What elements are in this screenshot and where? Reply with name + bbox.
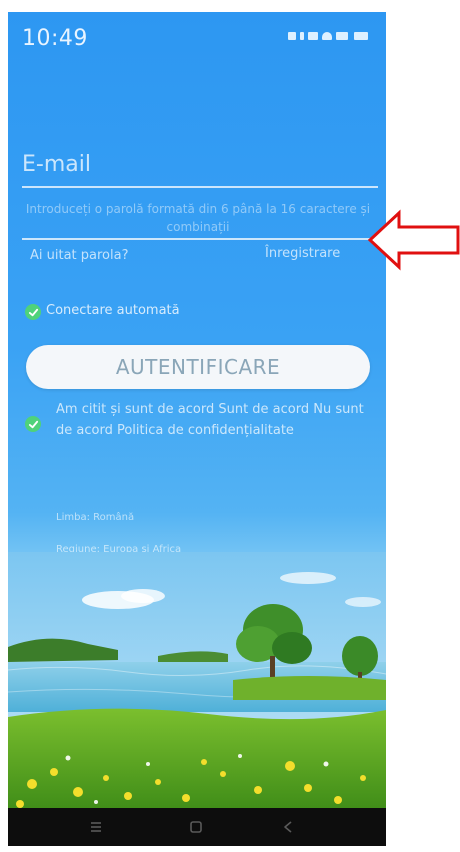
red-arrow-icon [367, 209, 460, 271]
phone-screen: 10:49 E-mail Introduceți o parolă format… [8, 12, 386, 846]
checkmark-icon [28, 308, 38, 316]
auto-connect-checkbox[interactable] [25, 304, 41, 320]
forgot-password-link[interactable]: Ai uitat parola? [30, 248, 129, 263]
password-field[interactable]: Introduceți o parolă formată din 6 până … [8, 194, 386, 240]
password-placeholder: Introduceți o parolă formată din 6 până … [25, 202, 371, 234]
status-time: 10:49 [22, 26, 88, 51]
menu-icon[interactable] [88, 819, 104, 835]
privacy-policy-link[interactable]: Politica de confidențialitate [117, 423, 294, 438]
email-field[interactable]: E-mail [8, 142, 386, 188]
notification-icon [288, 32, 296, 40]
password-underline [22, 238, 378, 240]
language-selector[interactable]: Limba: Română [56, 512, 134, 523]
nfc-icon [308, 32, 318, 40]
bluetooth-icon [300, 32, 304, 40]
status-bar: 10:49 [8, 12, 386, 66]
terms-checkbox[interactable] [25, 416, 41, 432]
landscape-background [8, 552, 386, 816]
battery-icon [354, 32, 368, 40]
agree-link[interactable]: Sunt de acord [218, 402, 309, 417]
email-placeholder: E-mail [22, 152, 91, 177]
terms-statement: Am citit și sunt de acord [56, 402, 215, 417]
checkmark-icon [28, 420, 38, 428]
navigation-bar [8, 808, 386, 846]
status-icons [288, 32, 368, 40]
register-link[interactable]: Înregistrare [265, 246, 340, 261]
auto-connect-label: Conectare automată [46, 303, 180, 318]
terms-text: Am citit și sunt de acord Sunt de acord … [56, 399, 378, 441]
signal-icon [336, 32, 348, 40]
login-button[interactable]: AUTENTIFICARE [26, 345, 370, 389]
back-icon[interactable] [280, 819, 296, 835]
home-icon[interactable] [188, 819, 204, 835]
email-underline [22, 186, 378, 188]
wifi-icon [322, 32, 332, 40]
